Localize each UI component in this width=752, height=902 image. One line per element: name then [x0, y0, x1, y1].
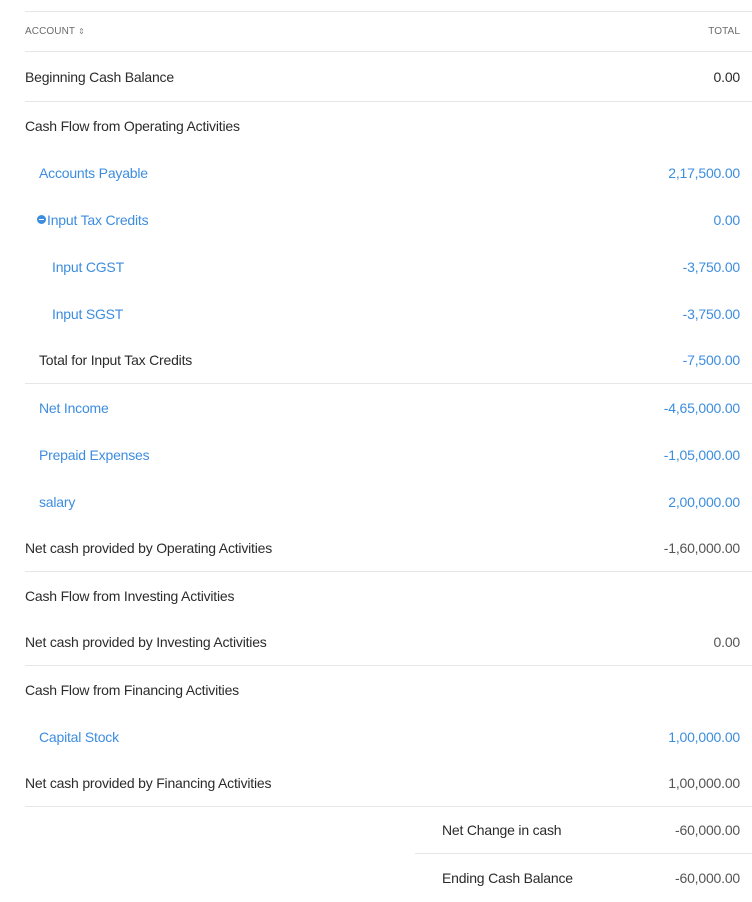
input-sgst-amount[interactable]: -3,750.00	[683, 306, 741, 322]
input-tax-credits-link[interactable]: Input Tax Credits	[47, 212, 149, 228]
salary-link[interactable]: salary	[25, 494, 752, 510]
cash-flow-report: ACCOUNT ⇕ TOTAL Beginning Cash Balance 0.…	[25, 0, 752, 901]
collapse-icon[interactable]	[37, 215, 46, 225]
section-heading-financing: Cash Flow from Financing Activities	[25, 666, 752, 713]
net-financing-amount: 1,00,000.00	[668, 775, 740, 791]
beginning-cash-balance-label: Beginning Cash Balance	[25, 68, 174, 85]
table-row: Input Tax Credits 0.00	[25, 196, 752, 243]
net-change-amount: -60,000.00	[675, 822, 740, 838]
table-row: Prepaid Expenses -1,05,000.00	[25, 431, 752, 478]
ending-balance-row: Ending Cash Balance -60,000.00	[415, 854, 752, 901]
accounts-payable-amount[interactable]: 2,17,500.00	[668, 165, 740, 181]
operating-activities-heading: Cash Flow from Operating Activities	[25, 117, 240, 134]
capital-stock-amount[interactable]: 1,00,000.00	[668, 729, 740, 745]
table-row: Beginning Cash Balance 0.00	[25, 52, 752, 102]
net-investing-label: Net cash provided by Investing Activitie…	[25, 634, 267, 650]
net-change-row: Net Change in cash -60,000.00	[415, 807, 752, 854]
table-header: ACCOUNT ⇕ TOTAL	[25, 12, 752, 52]
input-cgst-link[interactable]: Input CGST	[25, 259, 752, 275]
total-input-tax-credits-label: Total for Input Tax Credits	[39, 352, 193, 368]
total-input-tax-credits-amount[interactable]: -7,500.00	[683, 352, 741, 368]
table-row: salary 2,00,000.00	[25, 478, 752, 525]
accounts-payable-link[interactable]: Accounts Payable	[25, 165, 752, 181]
table-row: Capital Stock 1,00,000.00	[25, 713, 752, 760]
net-financing-label: Net cash provided by Financing Activitie…	[25, 775, 272, 791]
table-row: Net Income -4,65,000.00	[25, 384, 752, 431]
input-tax-credits-group[interactable]: Input Tax Credits	[25, 212, 752, 228]
financing-activities-heading: Cash Flow from Financing Activities	[25, 681, 239, 698]
ending-cash-balance-amount: -60,000.00	[675, 869, 740, 886]
input-tax-credits-amount[interactable]: 0.00	[714, 212, 741, 228]
net-change-label: Net Change in cash	[442, 822, 562, 838]
ending-cash-balance-label: Ending Cash Balance	[442, 869, 573, 886]
prepaid-expenses-amount[interactable]: -1,05,000.00	[664, 447, 740, 463]
investing-activities-heading: Cash Flow from Investing Activities	[25, 587, 235, 604]
input-cgst-amount[interactable]: -3,750.00	[683, 259, 741, 275]
sort-arrows-icon[interactable]: ⇕	[78, 27, 85, 36]
table-row: Net cash provided by Financing Activitie…	[25, 760, 752, 807]
table-row: Net cash provided by Investing Activitie…	[25, 619, 752, 666]
top-divider	[25, 0, 752, 12]
net-income-link[interactable]: Net Income	[25, 400, 752, 416]
net-income-amount[interactable]: -4,65,000.00	[664, 400, 740, 416]
prepaid-expenses-link[interactable]: Prepaid Expenses	[25, 447, 752, 463]
table-row: Total for Input Tax Credits -7,500.00	[25, 337, 752, 384]
salary-amount[interactable]: 2,00,000.00	[668, 494, 740, 510]
capital-stock-link[interactable]: Capital Stock	[25, 729, 752, 745]
table-row: Input CGST -3,750.00	[25, 243, 752, 290]
net-operating-amount: -1,60,000.00	[663, 540, 740, 556]
section-heading-operating: Cash Flow from Operating Activities	[25, 102, 752, 149]
beginning-cash-balance-amount: 0.00	[713, 68, 741, 85]
table-row: Net cash provided by Operating Activitie…	[25, 525, 752, 572]
total-column-header: TOTAL	[708, 26, 740, 37]
account-column-header[interactable]: ACCOUNT ⇕	[25, 26, 752, 37]
input-sgst-link[interactable]: Input SGST	[25, 306, 752, 322]
table-row: Input SGST -3,750.00	[25, 290, 752, 337]
net-operating-label: Net cash provided by Operating Activitie…	[25, 540, 273, 556]
net-investing-amount: 0.00	[713, 634, 741, 650]
account-header-label: ACCOUNT	[25, 26, 76, 37]
table-row: Accounts Payable 2,17,500.00	[25, 149, 752, 196]
section-heading-investing: Cash Flow from Investing Activities	[25, 572, 752, 619]
